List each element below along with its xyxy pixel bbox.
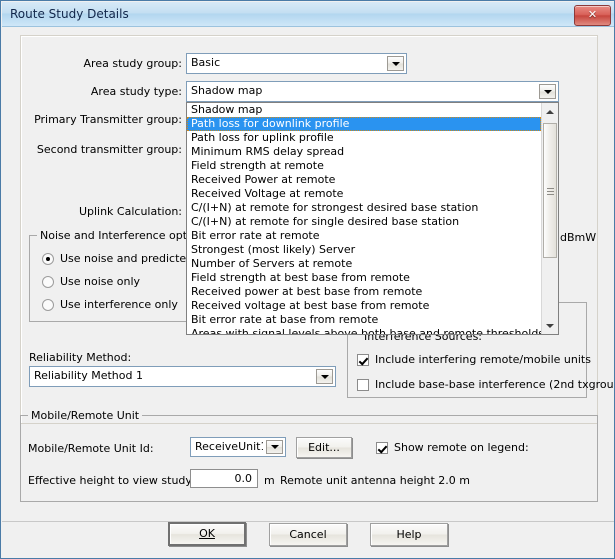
reliability-method-value: Reliability Method 1 (34, 369, 143, 382)
area-study-type-combo[interactable]: Shadow map (186, 81, 559, 102)
mobile-remote-unit-id-label: Mobile/Remote Unit Id: (28, 442, 154, 455)
checkbox-label: Include interfering remote/mobile units (375, 353, 591, 366)
dropdown-option[interactable]: Path loss for downlink profile (187, 117, 541, 131)
area-study-group-value: Basic (191, 56, 221, 69)
mobile-remote-unit-group: Mobile/Remote Unit (20, 409, 598, 502)
mobile-remote-unit-id-dropdown-button[interactable] (266, 440, 283, 454)
checkbox-icon[interactable] (357, 354, 369, 366)
route-study-details-window: Route Study Details ✕ Area study group: … (0, 0, 615, 559)
dropdown-option[interactable]: C/(I+N) at remote for single desired bas… (187, 215, 541, 229)
title-bar: Route Study Details ✕ (2, 2, 614, 27)
dropdown-option[interactable]: Received voltage at best base from remot… (187, 299, 541, 313)
second-transmitter-group-label: Second transmitter group: (36, 143, 182, 156)
dropdown-option[interactable]: Minimum RMS delay spread (187, 145, 541, 159)
edit-unit-button[interactable]: Edit... (296, 437, 352, 458)
area-study-type-dropdown-button[interactable] (539, 84, 556, 99)
area-study-type-dropdown-list[interactable]: Shadow map Path loss for downlink profile… (186, 102, 559, 335)
dropdown-option[interactable]: Bit error rate at remote (187, 229, 541, 243)
edit-unit-button-label: Edit... (308, 441, 340, 454)
help-button[interactable]: Help (370, 523, 448, 546)
dropdown-option[interactable]: Path loss for uplink profile (187, 131, 541, 145)
area-study-group-dropdown-button[interactable] (387, 56, 404, 71)
chevron-down-icon (391, 61, 400, 66)
scroll-down-button[interactable] (542, 317, 558, 334)
dropdown-option[interactable]: Bit error rate at base from remote (187, 313, 541, 327)
dropdown-option[interactable]: Shadow map (187, 103, 541, 117)
cancel-button-label: Cancel (289, 528, 327, 541)
checkbox-label: Include base-base interference (2nd txgr… (375, 378, 615, 391)
primary-transmitter-group-label: Primary Transmitter group: (34, 113, 182, 126)
dropdown-option[interactable]: Field strength at best base from remote (187, 271, 541, 285)
chevron-up-icon (546, 109, 554, 114)
reliability-method-dropdown-button[interactable] (316, 369, 333, 384)
dbmw-unit-label: dBmW (560, 231, 597, 244)
footer-divider (2, 521, 614, 522)
checkbox-icon[interactable] (376, 442, 388, 454)
dropdown-option[interactable]: Received Power at remote (187, 173, 541, 187)
dropdown-option[interactable]: Number of Servers at remote (187, 257, 541, 271)
reliability-method-combo[interactable]: Reliability Method 1 (29, 366, 336, 387)
dialog-client-area: Area study group: Basic Area study type:… (2, 27, 615, 558)
mobile-remote-unit-id-combo[interactable]: ReceiveUnit1 (190, 437, 286, 457)
dropdown-option[interactable]: Received power at best base from remote (187, 285, 541, 299)
uplink-calculation-label: Uplink Calculation: (78, 205, 182, 218)
radio-icon[interactable] (42, 253, 54, 265)
scroll-up-button[interactable] (542, 103, 558, 120)
help-button-label: Help (396, 528, 422, 541)
antenna-height-note: Remote unit antenna height 2.0 m (280, 474, 470, 487)
reliability-method-label: Reliability Method: (29, 351, 132, 364)
chevron-down-icon (320, 374, 329, 379)
checkbox-label: Show remote on legend: (394, 441, 529, 454)
area-study-type-label: Area study type: (90, 85, 182, 98)
radio-icon[interactable] (42, 276, 54, 288)
dropdown-option[interactable]: Areas with signal levels above both base… (187, 327, 541, 334)
close-icon: ✕ (587, 8, 598, 21)
cancel-button[interactable]: Cancel (269, 523, 347, 546)
scrollbar-grip-icon (547, 187, 554, 195)
dropdown-scrollbar[interactable] (541, 103, 558, 334)
effective-height-input[interactable]: 0.0 (190, 469, 258, 488)
radio-label: Use noise only (60, 275, 141, 288)
area-study-group-combo[interactable]: Basic (186, 53, 407, 74)
checkbox-icon[interactable] (357, 379, 369, 391)
dropdown-option[interactable]: C/(I+N) at remote for strongest desired … (187, 201, 541, 215)
chevron-down-icon (270, 445, 279, 449)
mobile-remote-unit-id-value: ReceiveUnit1 (195, 440, 263, 453)
chevron-down-icon (543, 89, 552, 94)
area-study-group-label: Area study group: (83, 57, 182, 70)
dropdown-option[interactable]: Field strength at remote (187, 159, 541, 173)
window-title: Route Study Details (10, 7, 129, 21)
ok-button[interactable]: OK (168, 522, 246, 546)
dropdown-option[interactable]: Received Voltage at remote (187, 187, 541, 201)
close-button[interactable]: ✕ (574, 5, 611, 26)
effective-height-unit: m (264, 474, 275, 487)
radio-label: Use interference only (60, 298, 178, 311)
dropdown-options-container: Shadow map Path loss for downlink profile… (187, 103, 541, 334)
effective-height-label: Effective height to view study: (28, 474, 195, 487)
chevron-down-icon (546, 323, 554, 328)
scrollbar-thumb[interactable] (543, 123, 557, 258)
ok-button-label: OK (199, 527, 215, 540)
area-study-type-value: Shadow map (191, 84, 263, 97)
mobile-remote-unit-group-title: Mobile/Remote Unit (28, 409, 143, 422)
dropdown-option[interactable]: Strongest (most likely) Server (187, 243, 541, 257)
radio-icon[interactable] (42, 299, 54, 311)
